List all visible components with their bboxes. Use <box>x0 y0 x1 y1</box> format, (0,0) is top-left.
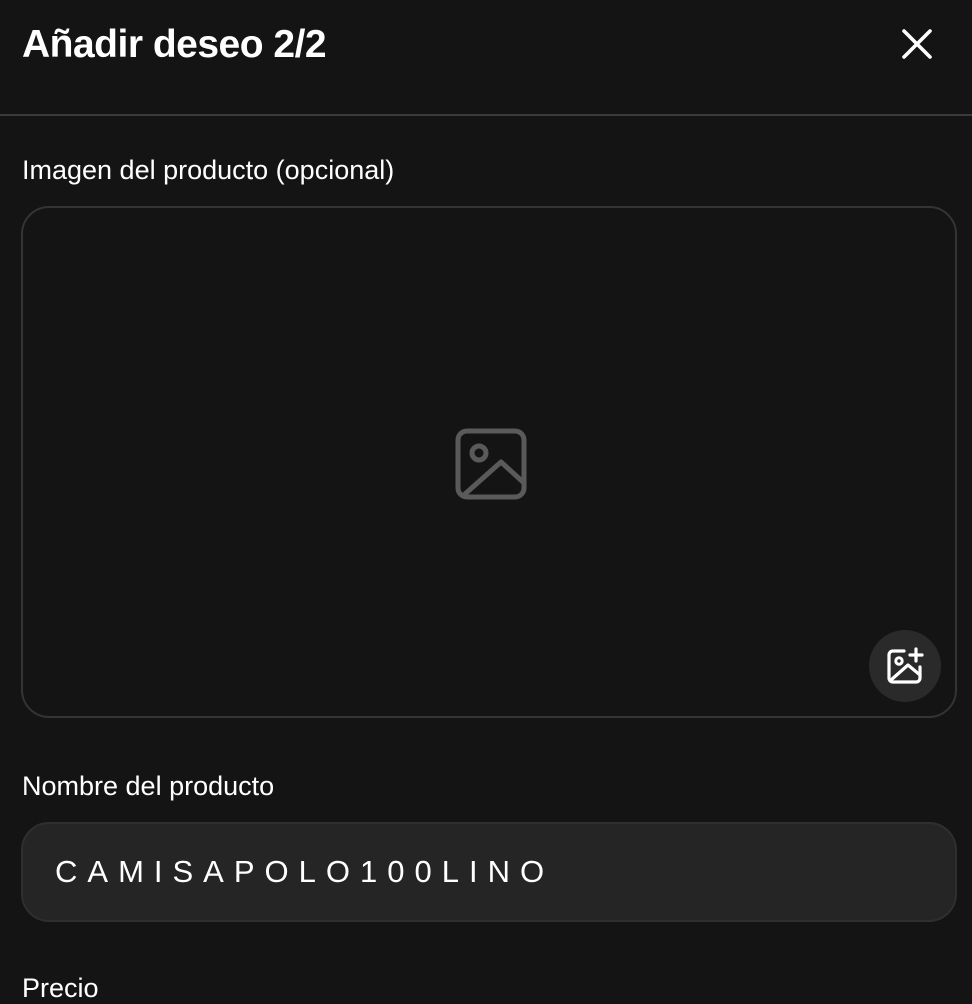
page-title: Añadir deseo 2/2 <box>22 23 327 66</box>
close-icon <box>902 29 932 59</box>
image-field-label: Imagen del producto (opcional) <box>22 155 395 185</box>
image-upload-area[interactable] <box>21 206 957 718</box>
product-name-input[interactable] <box>21 822 957 922</box>
add-photo-button[interactable] <box>869 630 941 702</box>
close-button[interactable] <box>893 20 941 68</box>
price-field-label: Precio <box>22 973 99 1003</box>
modal-header: Añadir deseo 2/2 <box>0 0 972 116</box>
name-field-label: Nombre del producto <box>22 771 275 801</box>
add-photo-icon <box>887 647 924 684</box>
image-icon <box>455 428 527 500</box>
